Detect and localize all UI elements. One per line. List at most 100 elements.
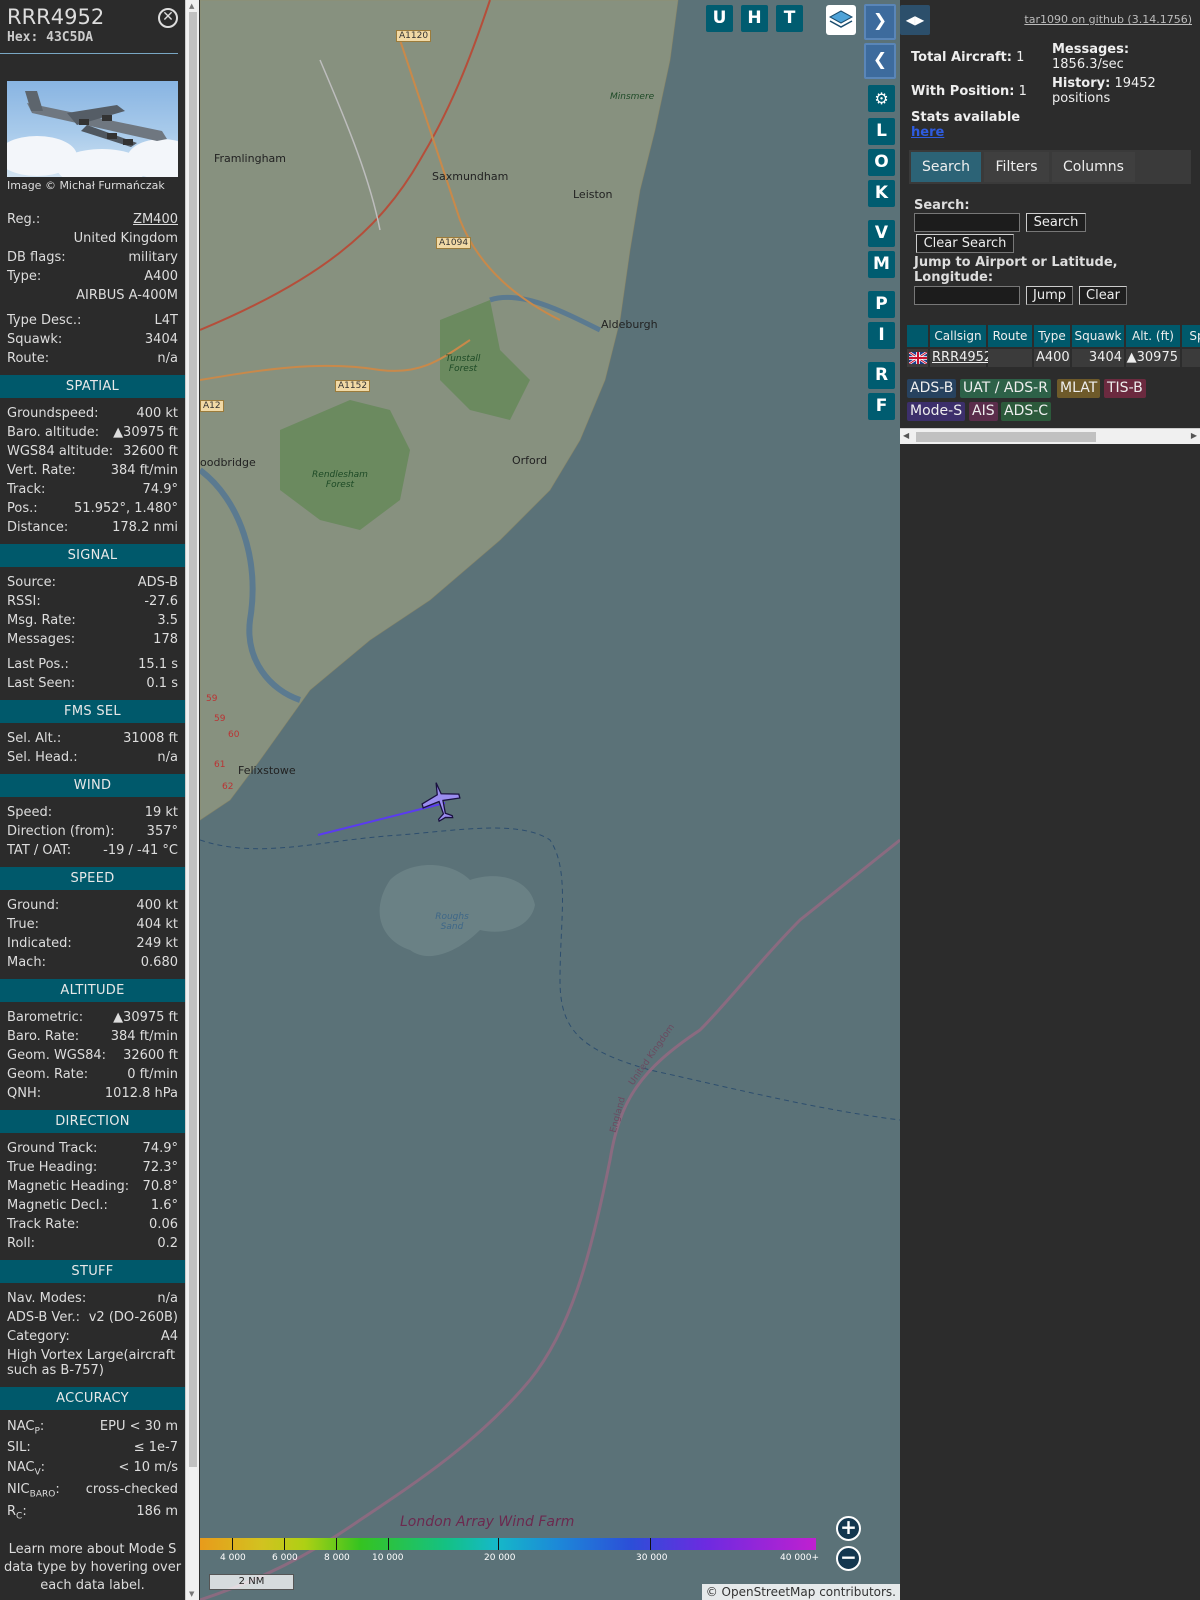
source-tag-adsc[interactable]: ADS-C <box>1001 402 1052 421</box>
expand-right-icon[interactable]: ❯ <box>864 4 896 40</box>
jump-button[interactable]: Jump <box>1026 286 1073 305</box>
clear-search-button[interactable]: Clear Search <box>916 234 1014 253</box>
settings-gear-icon[interactable]: ⚙ <box>868 85 895 112</box>
source-tag-uat[interactable]: UAT / ADS-R <box>960 379 1051 398</box>
photo-credit: Image © Michał Furmańczak <box>7 179 165 192</box>
aircraft-marker-icon[interactable] <box>418 778 464 824</box>
roll-label: Roll: <box>7 1236 36 1251</box>
table-horizontal-scrollbar[interactable]: ◀ ▶ <box>900 428 1200 444</box>
msg-rate-label: Msg. Rate: <box>7 613 76 628</box>
scroll-left-arrow-icon[interactable]: ◀ <box>903 431 909 440</box>
qnh-label: QNH: <box>7 1086 42 1101</box>
search-input[interactable] <box>914 213 1020 232</box>
map-button-h[interactable]: H <box>741 5 768 32</box>
legend-label: 30 000 <box>636 1553 668 1563</box>
table-header-route[interactable]: Route <box>988 325 1032 347</box>
table-cell-callsign[interactable]: RRR4952 <box>930 349 992 367</box>
map-button-o[interactable]: O <box>868 149 895 176</box>
reg-link[interactable]: ZM400 <box>133 210 178 229</box>
map-view[interactable]: Framlingham Saxmundham Leiston Aldeburgh… <box>200 0 900 1600</box>
tat-oat-value: -19 / -41 °C <box>103 843 178 858</box>
stats-here-link[interactable]: here <box>911 125 944 140</box>
section-signal: SIGNAL <box>0 544 185 567</box>
scroll-down-arrow-icon[interactable]: ▼ <box>189 1590 194 1598</box>
jump-input[interactable] <box>914 286 1020 305</box>
wind-direction-value: 357° <box>146 824 178 839</box>
scrollbar-thumb[interactable] <box>189 12 197 1467</box>
aircraft-basic-rows: Reg.: ZM400 United Kingdom DB flags: milit… <box>0 210 185 368</box>
osm-link[interactable]: OpenStreetMap <box>722 1585 816 1599</box>
map-button-m[interactable]: M <box>868 251 895 278</box>
rc-value: 186 m <box>136 1504 178 1519</box>
map-button-r[interactable]: R <box>868 362 895 389</box>
table-header-flag <box>907 325 928 347</box>
h-scrollbar-thumb[interactable] <box>916 432 1096 442</box>
source-tag-ais[interactable]: AIS <box>969 402 998 421</box>
source-tag-adsb[interactable]: ADS-B <box>907 379 957 398</box>
zoom-out-button[interactable]: − <box>836 1546 861 1571</box>
wgs84-alt-label: WGS84 altitude: <box>7 444 114 459</box>
wind-rows: Speed: 19 kt Direction (from): 357° TAT / … <box>0 803 185 860</box>
legend-tick <box>650 1538 651 1550</box>
aircraft-info-panel: RRR4952 Hex: 43C5DA ✕ Image © Michał Fur… <box>0 0 185 1600</box>
baro-rate-value: 384 ft/min <box>110 1029 178 1044</box>
road-number-label: 61 <box>214 760 226 770</box>
table-header-squawk[interactable]: Squawk <box>1072 325 1124 347</box>
map-button-u[interactable]: U <box>706 5 733 32</box>
place-label: Minsmere <box>610 92 655 102</box>
source-tag-mlat[interactable]: MLAT <box>1057 379 1101 398</box>
nacv-value: < 10 m/s <box>118 1460 178 1475</box>
map-button-f[interactable]: F <box>868 393 895 420</box>
baro-alt-value: ▲30975 ft <box>113 425 178 440</box>
last-seen-value: 0.1 s <box>146 676 178 691</box>
table-header-callsign[interactable]: Callsign <box>930 325 986 347</box>
pos-value: 51.952°, 1.480° <box>74 501 178 516</box>
info-panel-scrollbar[interactable]: ▲ ▼ <box>185 0 199 1600</box>
map-button-l[interactable]: L <box>868 118 895 145</box>
close-icon[interactable]: ✕ <box>158 8 178 28</box>
source-tag-tisb[interactable]: TIS-B <box>1104 379 1146 398</box>
tab-search[interactable]: Search <box>911 152 981 182</box>
aircraft-photo[interactable] <box>7 81 178 177</box>
scroll-right-arrow-icon[interactable]: ▶ <box>1191 431 1197 440</box>
table-header-type[interactable]: Type <box>1034 325 1070 347</box>
map-button-p[interactable]: P <box>868 291 895 318</box>
uk-flag-icon <box>908 351 928 365</box>
map-attribution: © OpenStreetMap contributors. <box>701 1584 900 1600</box>
sidebar-tabs: Search Filters Columns <box>909 150 1191 184</box>
true-heading-label: True Heading: <box>7 1160 98 1175</box>
aircraft-table: Callsign Route Type Squawk Alt. (ft) Sp … <box>907 325 1200 367</box>
source-value: ADS-B <box>137 575 178 590</box>
qnh-value: 1012.8 hPa <box>104 1086 178 1101</box>
scroll-up-arrow-icon[interactable]: ▲ <box>189 2 194 10</box>
table-header-altitude[interactable]: Alt. (ft) <box>1126 325 1180 347</box>
table-cell-altitude: ▲30975 <box>1126 349 1180 367</box>
sidebar-resize-icon[interactable]: ◀▶ <box>900 5 930 35</box>
layers-icon[interactable] <box>826 5 856 35</box>
jump-label: Jump to Airport or Latitude, Longitude: <box>914 255 1118 285</box>
map-button-i[interactable]: I <box>868 322 895 349</box>
tab-columns[interactable]: Columns <box>1052 152 1135 182</box>
clear-button[interactable]: Clear <box>1079 286 1127 305</box>
zoom-in-button[interactable]: + <box>836 1516 861 1541</box>
map-button-v[interactable]: V <box>868 220 895 247</box>
github-link[interactable]: tar1090 on github (3.14.1756) <box>1024 13 1192 26</box>
search-button[interactable]: Search <box>1026 213 1086 232</box>
map-scale: 2 NM <box>209 1574 294 1590</box>
stats-available: Stats available here <box>911 110 1021 140</box>
collapse-left-icon[interactable]: ❮ <box>864 43 896 79</box>
sel-alt-value: 31008 ft <box>123 731 178 746</box>
source-tag-modes[interactable]: Mode-S <box>907 402 966 421</box>
spatial-rows: Groundspeed: 400 kt Baro. altitude: ▲30975… <box>0 404 185 537</box>
map-button-k[interactable]: K <box>868 180 895 207</box>
distance-value: 178.2 nmi <box>112 520 178 535</box>
nicbaro-value: cross-checked <box>85 1482 178 1497</box>
stuff-rows: Nav. Modes: n/a ADS-B Ver.: v2 (DO-260B) C… <box>0 1289 185 1380</box>
map-button-t[interactable]: T <box>776 5 803 32</box>
place-label: Orford <box>512 454 548 467</box>
section-stuff: STUFF <box>0 1260 185 1283</box>
with-position-stat: With Position: 1 <box>911 84 1027 99</box>
tab-filters[interactable]: Filters <box>984 152 1049 182</box>
table-header-speed[interactable]: Sp <box>1182 325 1200 347</box>
roll-value: 0.2 <box>157 1236 178 1251</box>
